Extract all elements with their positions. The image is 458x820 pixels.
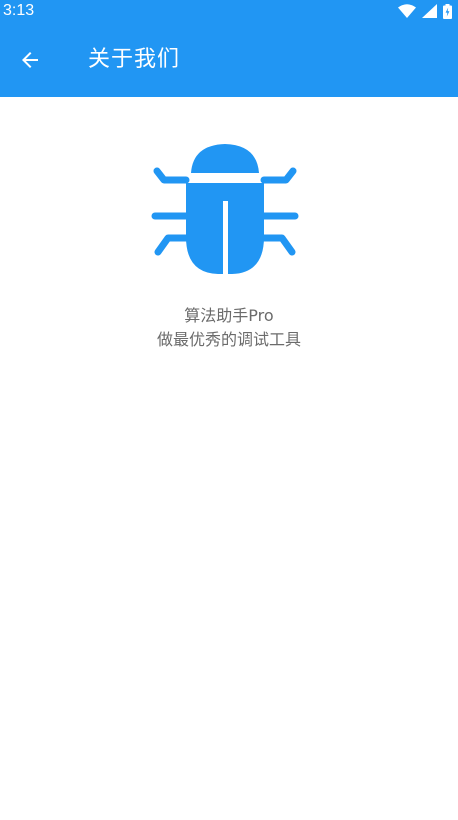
app-bar: 关于我们	[0, 22, 458, 97]
battery-charging-icon	[443, 3, 452, 19]
bug-icon	[151, 144, 299, 275]
wifi-icon	[398, 4, 416, 18]
signal-icon	[422, 4, 437, 18]
status-icons	[398, 3, 452, 19]
page-title: 关于我们	[88, 47, 181, 72]
about-content: 算法助手Pro 做最优秀的调试工具	[0, 97, 458, 820]
status-time: 3:13	[3, 2, 35, 19]
app-slogan: 做最优秀的调试工具	[156, 330, 301, 349]
back-button[interactable]	[12, 42, 48, 78]
status-bar: 3:13	[0, 0, 458, 22]
app-name: 算法助手Pro	[184, 306, 274, 325]
arrow-left-icon	[22, 52, 38, 68]
